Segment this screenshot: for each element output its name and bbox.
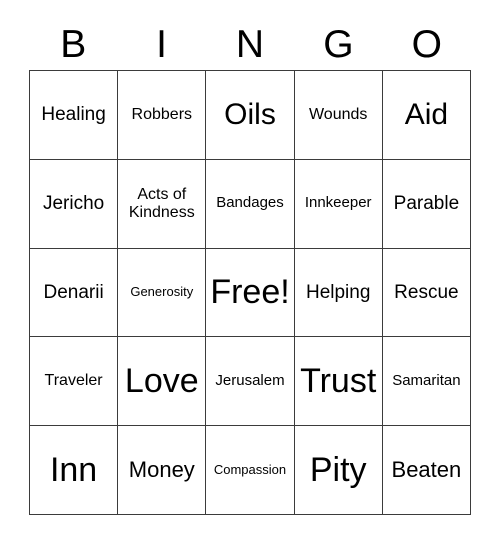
bingo-cell[interactable]: Beaten xyxy=(382,426,471,515)
bingo-cell[interactable]: Innkeeper xyxy=(294,159,383,249)
bingo-header: B I N G O xyxy=(29,18,471,70)
bingo-cell-label: Bandages xyxy=(216,194,284,212)
bingo-cell-label: Free! xyxy=(210,273,290,312)
bingo-cell[interactable]: Pity xyxy=(294,426,383,515)
bingo-cell-label: Jerusalem xyxy=(215,371,285,389)
bingo-cell-label: Love xyxy=(124,362,199,401)
bingo-cell-label: Parable xyxy=(393,193,460,215)
bingo-cell[interactable]: Traveler xyxy=(30,337,119,427)
bingo-cell[interactable]: Compassion xyxy=(206,426,295,515)
bingo-cell-label: Beaten xyxy=(391,456,462,482)
bingo-cell[interactable]: Oils xyxy=(206,71,295,160)
bingo-cell[interactable]: Wounds xyxy=(294,71,383,160)
bingo-cell-label: Trust xyxy=(300,362,377,401)
bingo-header-letter-i: I xyxy=(156,22,168,66)
bingo-cell[interactable]: Rescue xyxy=(382,248,471,338)
bingo-cell[interactable]: Generosity xyxy=(118,248,207,338)
bingo-header-letter-g: G xyxy=(323,22,354,66)
bingo-cell-label: Healing xyxy=(41,104,106,126)
bingo-cell[interactable]: Bandages xyxy=(206,159,295,249)
bingo-cell[interactable]: Healing xyxy=(30,71,119,160)
bingo-cell[interactable]: Money xyxy=(118,426,207,515)
bingo-cell[interactable]: Jerusalem xyxy=(206,337,295,427)
bingo-cell-label: Innkeeper xyxy=(304,194,372,212)
bingo-cell[interactable]: Robbers xyxy=(118,71,207,160)
bingo-cell-label: Rescue xyxy=(394,281,459,303)
bingo-cell-label: Aid xyxy=(404,98,449,132)
bingo-cell-label: Robbers xyxy=(131,105,193,123)
bingo-cell[interactable]: Parable xyxy=(382,159,471,249)
bingo-cell[interactable]: Inn xyxy=(30,426,119,515)
bingo-cell-label: Pity xyxy=(309,451,367,490)
bingo-cell-label: Compassion xyxy=(213,461,287,477)
bingo-cell[interactable]: Jericho xyxy=(30,159,119,249)
bingo-header-letter-o: O xyxy=(411,22,442,66)
bingo-grid: Healing Robbers Oils Wounds Aid Jericho Acts o… xyxy=(29,70,471,515)
bingo-cell-label: Jericho xyxy=(42,193,105,215)
bingo-cell[interactable]: Aid xyxy=(382,71,471,160)
bingo-header-letter-n: N xyxy=(235,22,265,66)
bingo-header-letter-b: B xyxy=(60,22,87,66)
bingo-cell-label: Denarii xyxy=(43,281,104,303)
bingo-cell-label: Samaritan xyxy=(392,371,461,389)
bingo-cell-label: Wounds xyxy=(308,105,368,123)
bingo-cell-free-space[interactable]: Free! xyxy=(206,248,295,338)
bingo-cell-label: Helping xyxy=(305,281,371,303)
bingo-cell-label: Money xyxy=(128,456,195,482)
bingo-cell[interactable]: Trust xyxy=(294,337,383,427)
bingo-cell-label: Acts of Kindness xyxy=(128,185,195,221)
bingo-cell-label: Inn xyxy=(49,451,98,490)
bingo-cell-label: Generosity xyxy=(130,284,194,300)
bingo-cell-label: Oils xyxy=(224,98,276,132)
bingo-cell-label: Traveler xyxy=(44,372,103,390)
bingo-cell[interactable]: Love xyxy=(118,337,207,427)
bingo-card: B I N G O Healing Robbers Oils Wounds Aid Jer… xyxy=(0,0,500,544)
bingo-cell[interactable]: Denarii xyxy=(30,248,119,338)
bingo-cell[interactable]: Helping xyxy=(294,248,383,338)
bingo-cell[interactable]: Samaritan xyxy=(382,337,471,427)
bingo-cell[interactable]: Acts of Kindness xyxy=(118,159,207,249)
